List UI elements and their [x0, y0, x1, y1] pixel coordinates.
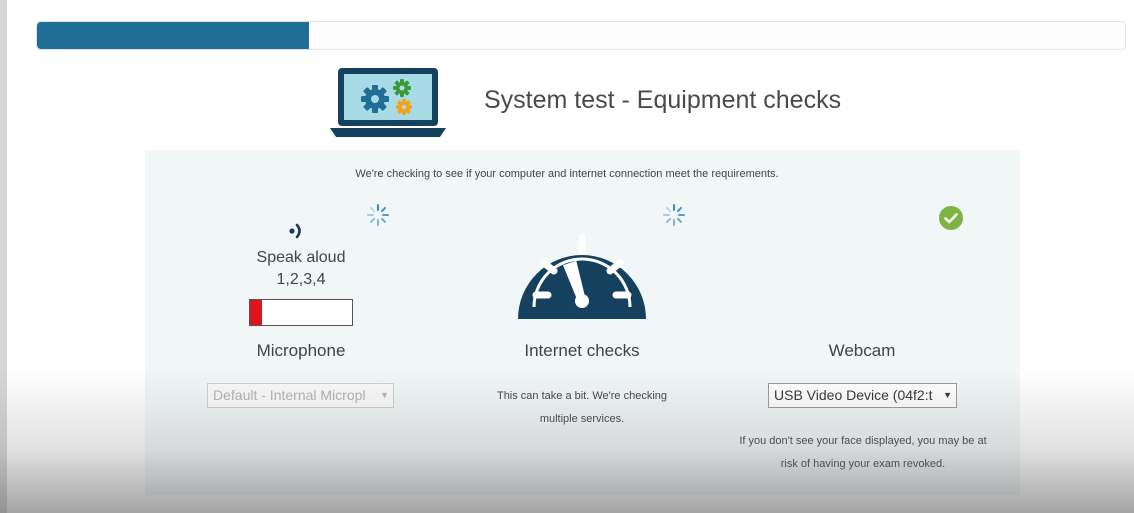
- webcam-label: Webcam: [828, 341, 896, 360]
- internet-checks-note-line: multiple services.: [539, 413, 625, 425]
- internet-checks-note: This can take a bit. We're checking mult…: [470, 385, 694, 431]
- microphone-level-meter: [249, 299, 353, 326]
- webcam-note-line: risk of having your exam revoked.: [780, 458, 946, 470]
- intro-text: We're checking to see if your computer a…: [355, 168, 779, 180]
- webcam-select-value: USB Video Device (04f2:t: [774, 387, 933, 403]
- internet-checks-note-line: This can take a bit. We're checking: [496, 390, 668, 402]
- microphone-label: Microphone: [256, 341, 346, 360]
- dropdown-arrow-icon: ▼: [380, 390, 389, 400]
- page-title: System test - Equipment checks: [484, 86, 842, 114]
- progress-bar-fill: [37, 22, 309, 49]
- loading-spinner-icon: [367, 204, 389, 226]
- speak-instruction-numbers: 1,2,3,4: [276, 271, 326, 288]
- speaker-sound-icon: [289, 223, 301, 239]
- microphone-select[interactable]: Default - Internal Micropl ▼: [207, 383, 394, 408]
- laptop-gears-icon: [330, 68, 446, 137]
- internet-checks-label: Internet checks: [524, 341, 640, 360]
- progress-bar: [36, 21, 1126, 50]
- check-circle-icon: [939, 206, 963, 230]
- loading-spinner-icon: [663, 204, 685, 226]
- microphone-select-value: Default - Internal Micropl: [213, 387, 366, 403]
- speak-instruction-line: Speak aloud: [256, 249, 346, 266]
- webcam-note: If you don't see your face displayed, yo…: [712, 430, 1014, 476]
- webcam-note-line: If you don't see your face displayed, yo…: [739, 435, 987, 447]
- dropdown-arrow-icon: ▼: [943, 390, 952, 400]
- webcam-select[interactable]: USB Video Device (04f2:t ▼: [768, 383, 957, 408]
- speedometer-icon: [518, 233, 646, 319]
- microphone-level-fill: [250, 300, 263, 325]
- window-edge: [0, 0, 7, 513]
- speak-instruction: Speak aloud 1,2,3,4: [236, 247, 366, 291]
